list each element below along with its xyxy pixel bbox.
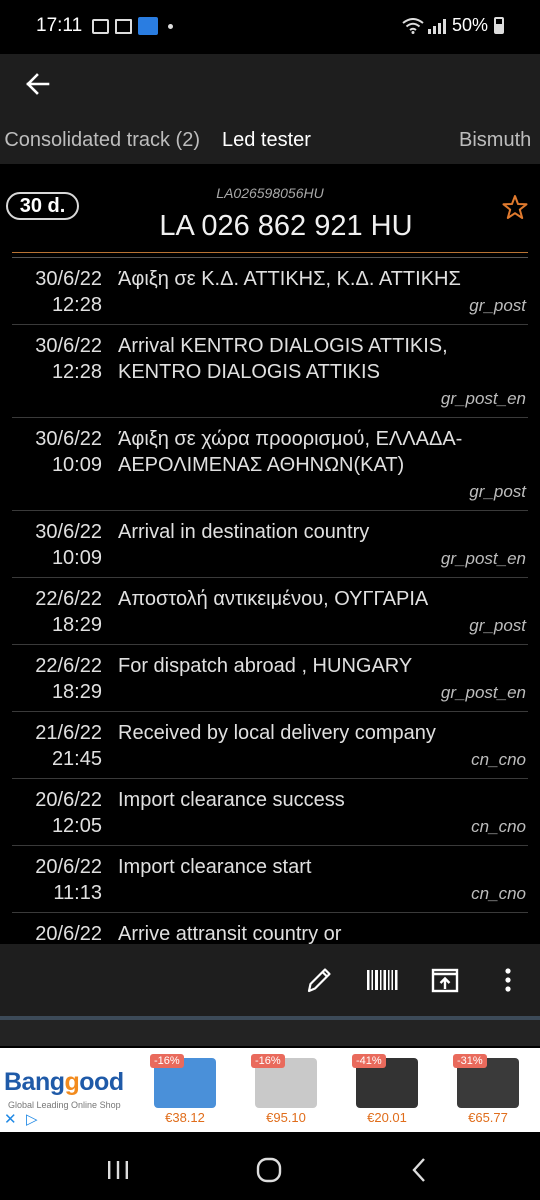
discount-badge: -41%	[352, 1054, 386, 1068]
event-datetime: 20/6/22	[35, 923, 102, 944]
barcode-button[interactable]	[364, 962, 400, 998]
event-source: cn_cno	[471, 817, 526, 836]
event-description: Αποστολή αντικειμένου, ΟΥΓΓΑΡΙΑ	[118, 588, 429, 610]
favorite-button[interactable]	[502, 194, 528, 220]
barcode-icon	[367, 970, 398, 990]
event-description: Import clearance success	[118, 789, 345, 811]
product-price: €95.10	[266, 1110, 306, 1125]
event-source: gr_post	[469, 482, 526, 501]
event-description: Άφιξη σε Κ.Δ. ΑΤΤΙΚΗΣ, Κ.Δ. ΑΤΤΙΚΗΣ	[118, 268, 461, 290]
event-datetime: 22/6/22 18:29	[35, 588, 102, 636]
event-description: Arrive attransit country or	[118, 923, 342, 944]
tab-strip: Consolidated track (2) Led tester Bismut…	[0, 118, 540, 164]
system-icons: 50%	[402, 15, 504, 36]
more-vert-icon	[505, 968, 511, 992]
event-source: gr_post	[469, 296, 526, 315]
star-icon	[502, 195, 528, 219]
discount-badge: -16%	[150, 1054, 184, 1068]
event-datetime: 30/6/22 12:28	[35, 335, 102, 383]
header-separator	[12, 252, 528, 253]
gallery-icon	[92, 18, 109, 34]
ad-product[interactable]: -31% €65.77	[453, 1054, 523, 1128]
battery-icon	[494, 17, 504, 34]
mail-icon	[115, 18, 132, 34]
event-description: Received by local delivery company	[118, 722, 436, 744]
event-source: cn_cno	[471, 884, 526, 903]
ad-divider	[0, 1016, 540, 1046]
discount-badge: -31%	[453, 1054, 487, 1068]
event-description: Import clearance start	[118, 856, 312, 878]
ad-close-icon[interactable]: ✕	[4, 1110, 17, 1128]
event-row[interactable]: 22/6/22 18:29 For dispatch abroad , HUNGA…	[12, 645, 528, 712]
more-options-button[interactable]	[490, 962, 526, 998]
product-price: €20.01	[367, 1110, 407, 1125]
pencil-icon	[307, 968, 331, 993]
tab-bismuth[interactable]: Bismuth	[459, 129, 531, 152]
parcel-code-secondary: LA026598056HU	[216, 185, 324, 201]
product-price: €38.12	[165, 1110, 205, 1125]
event-description: Άφιξη σε χώρα προορισμού, ΕΛΛΑΔΑ-ΑΕΡΟΛΙΜ…	[118, 428, 463, 476]
chevron-left-icon	[412, 1158, 425, 1182]
signal-icon	[427, 18, 446, 34]
ad-product[interactable]: -41% €20.01	[352, 1054, 422, 1128]
ad-tagline: Global Leading Online Shop	[8, 1100, 121, 1110]
event-datetime: 30/6/22 10:09	[35, 428, 102, 476]
product-price: €65.77	[468, 1110, 508, 1125]
event-source: gr_post_en	[440, 683, 526, 702]
status-bar: 17:11 50%	[0, 0, 540, 54]
event-row[interactable]: 21/6/22 21:45 Received by local delivery …	[12, 712, 528, 779]
ad-product[interactable]: -16% €95.10	[251, 1054, 321, 1128]
bottom-action-bar	[0, 944, 540, 1016]
parcel-detail: 30 d. LA026598056HU LA 026 862 921 HU 30…	[0, 164, 540, 944]
wifi-icon	[402, 17, 424, 34]
event-datetime: 22/6/22 18:29	[35, 655, 102, 703]
notification-icons	[92, 17, 173, 35]
event-datetime: 21/6/22 21:45	[35, 722, 102, 770]
status-time: 17:11	[36, 15, 83, 36]
home-button[interactable]	[253, 1154, 285, 1186]
tab-led-tester[interactable]: Led tester	[222, 129, 311, 152]
edit-button[interactable]	[300, 962, 336, 998]
event-row[interactable]: 30/6/22 12:28 Arrival KENTRO DIALOGIS ATT…	[12, 325, 528, 418]
app-notification-icon	[138, 17, 158, 35]
event-row[interactable]: 20/6/22 11:13 Import clearance start cn_c…	[12, 846, 528, 913]
back-button[interactable]	[20, 66, 56, 102]
event-datetime: 30/6/22 10:09	[35, 521, 102, 569]
event-list: 30/6/22 12:28 Άφιξη σε Κ.Δ. ΑΤΤΙΚΗΣ, Κ.Δ.…	[0, 258, 540, 944]
event-source: gr_post_en	[440, 549, 526, 568]
ad-brand-logo: Banggood	[4, 1068, 124, 1096]
event-row[interactable]: 30/6/22 12:28 Άφιξη σε Κ.Δ. ΑΤΤΙΚΗΣ, Κ.Δ.…	[12, 258, 528, 325]
tab-consolidated-track[interactable]: Consolidated track (2)	[4, 129, 200, 152]
event-source: cn_cno	[471, 750, 526, 769]
arrow-left-icon	[26, 73, 50, 95]
ad-choices-icon[interactable]: ▷	[26, 1110, 38, 1128]
recents-button[interactable]	[102, 1154, 134, 1186]
back-nav-button[interactable]	[404, 1154, 436, 1186]
event-datetime: 20/6/22 12:05	[35, 789, 102, 837]
event-row[interactable]: 20/6/22 Arrive attransit country or	[12, 913, 528, 944]
event-description: For dispatch abroad , HUNGARY	[118, 655, 413, 677]
event-description: Arrival in destination country	[118, 521, 370, 543]
recents-icon	[108, 1161, 128, 1179]
event-row[interactable]: 30/6/22 10:09 Άφιξη σε χώρα προορισμού, Ε…	[12, 418, 528, 511]
system-nav-bar	[0, 1132, 540, 1200]
ad-product[interactable]: -16% €38.12	[150, 1054, 220, 1128]
event-datetime: 30/6/22 12:28	[35, 268, 102, 316]
app-toolbar	[0, 54, 540, 118]
home-icon	[256, 1157, 282, 1183]
more-notifications-icon	[168, 23, 173, 29]
discount-badge: -16%	[251, 1054, 285, 1068]
event-row[interactable]: 20/6/22 12:05 Import clearance success cn…	[12, 779, 528, 846]
event-source: gr_post_en	[440, 389, 526, 408]
open-external-button[interactable]	[427, 962, 463, 998]
ad-banner[interactable]: Banggood Global Leading Online Shop ✕ ▷ …	[0, 1048, 540, 1132]
open-in-new-icon	[431, 968, 459, 993]
event-row[interactable]: 30/6/22 10:09 Arrival in destination coun…	[12, 511, 528, 578]
event-row[interactable]: 22/6/22 18:29 Αποστολή αντικειμένου, ΟΥΓΓ…	[12, 578, 528, 645]
event-datetime: 20/6/22 11:13	[35, 856, 102, 904]
battery-percent: 50%	[451, 15, 488, 35]
event-description: Arrival KENTRO DIALOGIS ATTIKIS, KENTRO …	[118, 335, 448, 383]
parcel-code: LA 026 862 921 HU	[159, 210, 413, 242]
event-source: gr_post	[469, 616, 526, 635]
